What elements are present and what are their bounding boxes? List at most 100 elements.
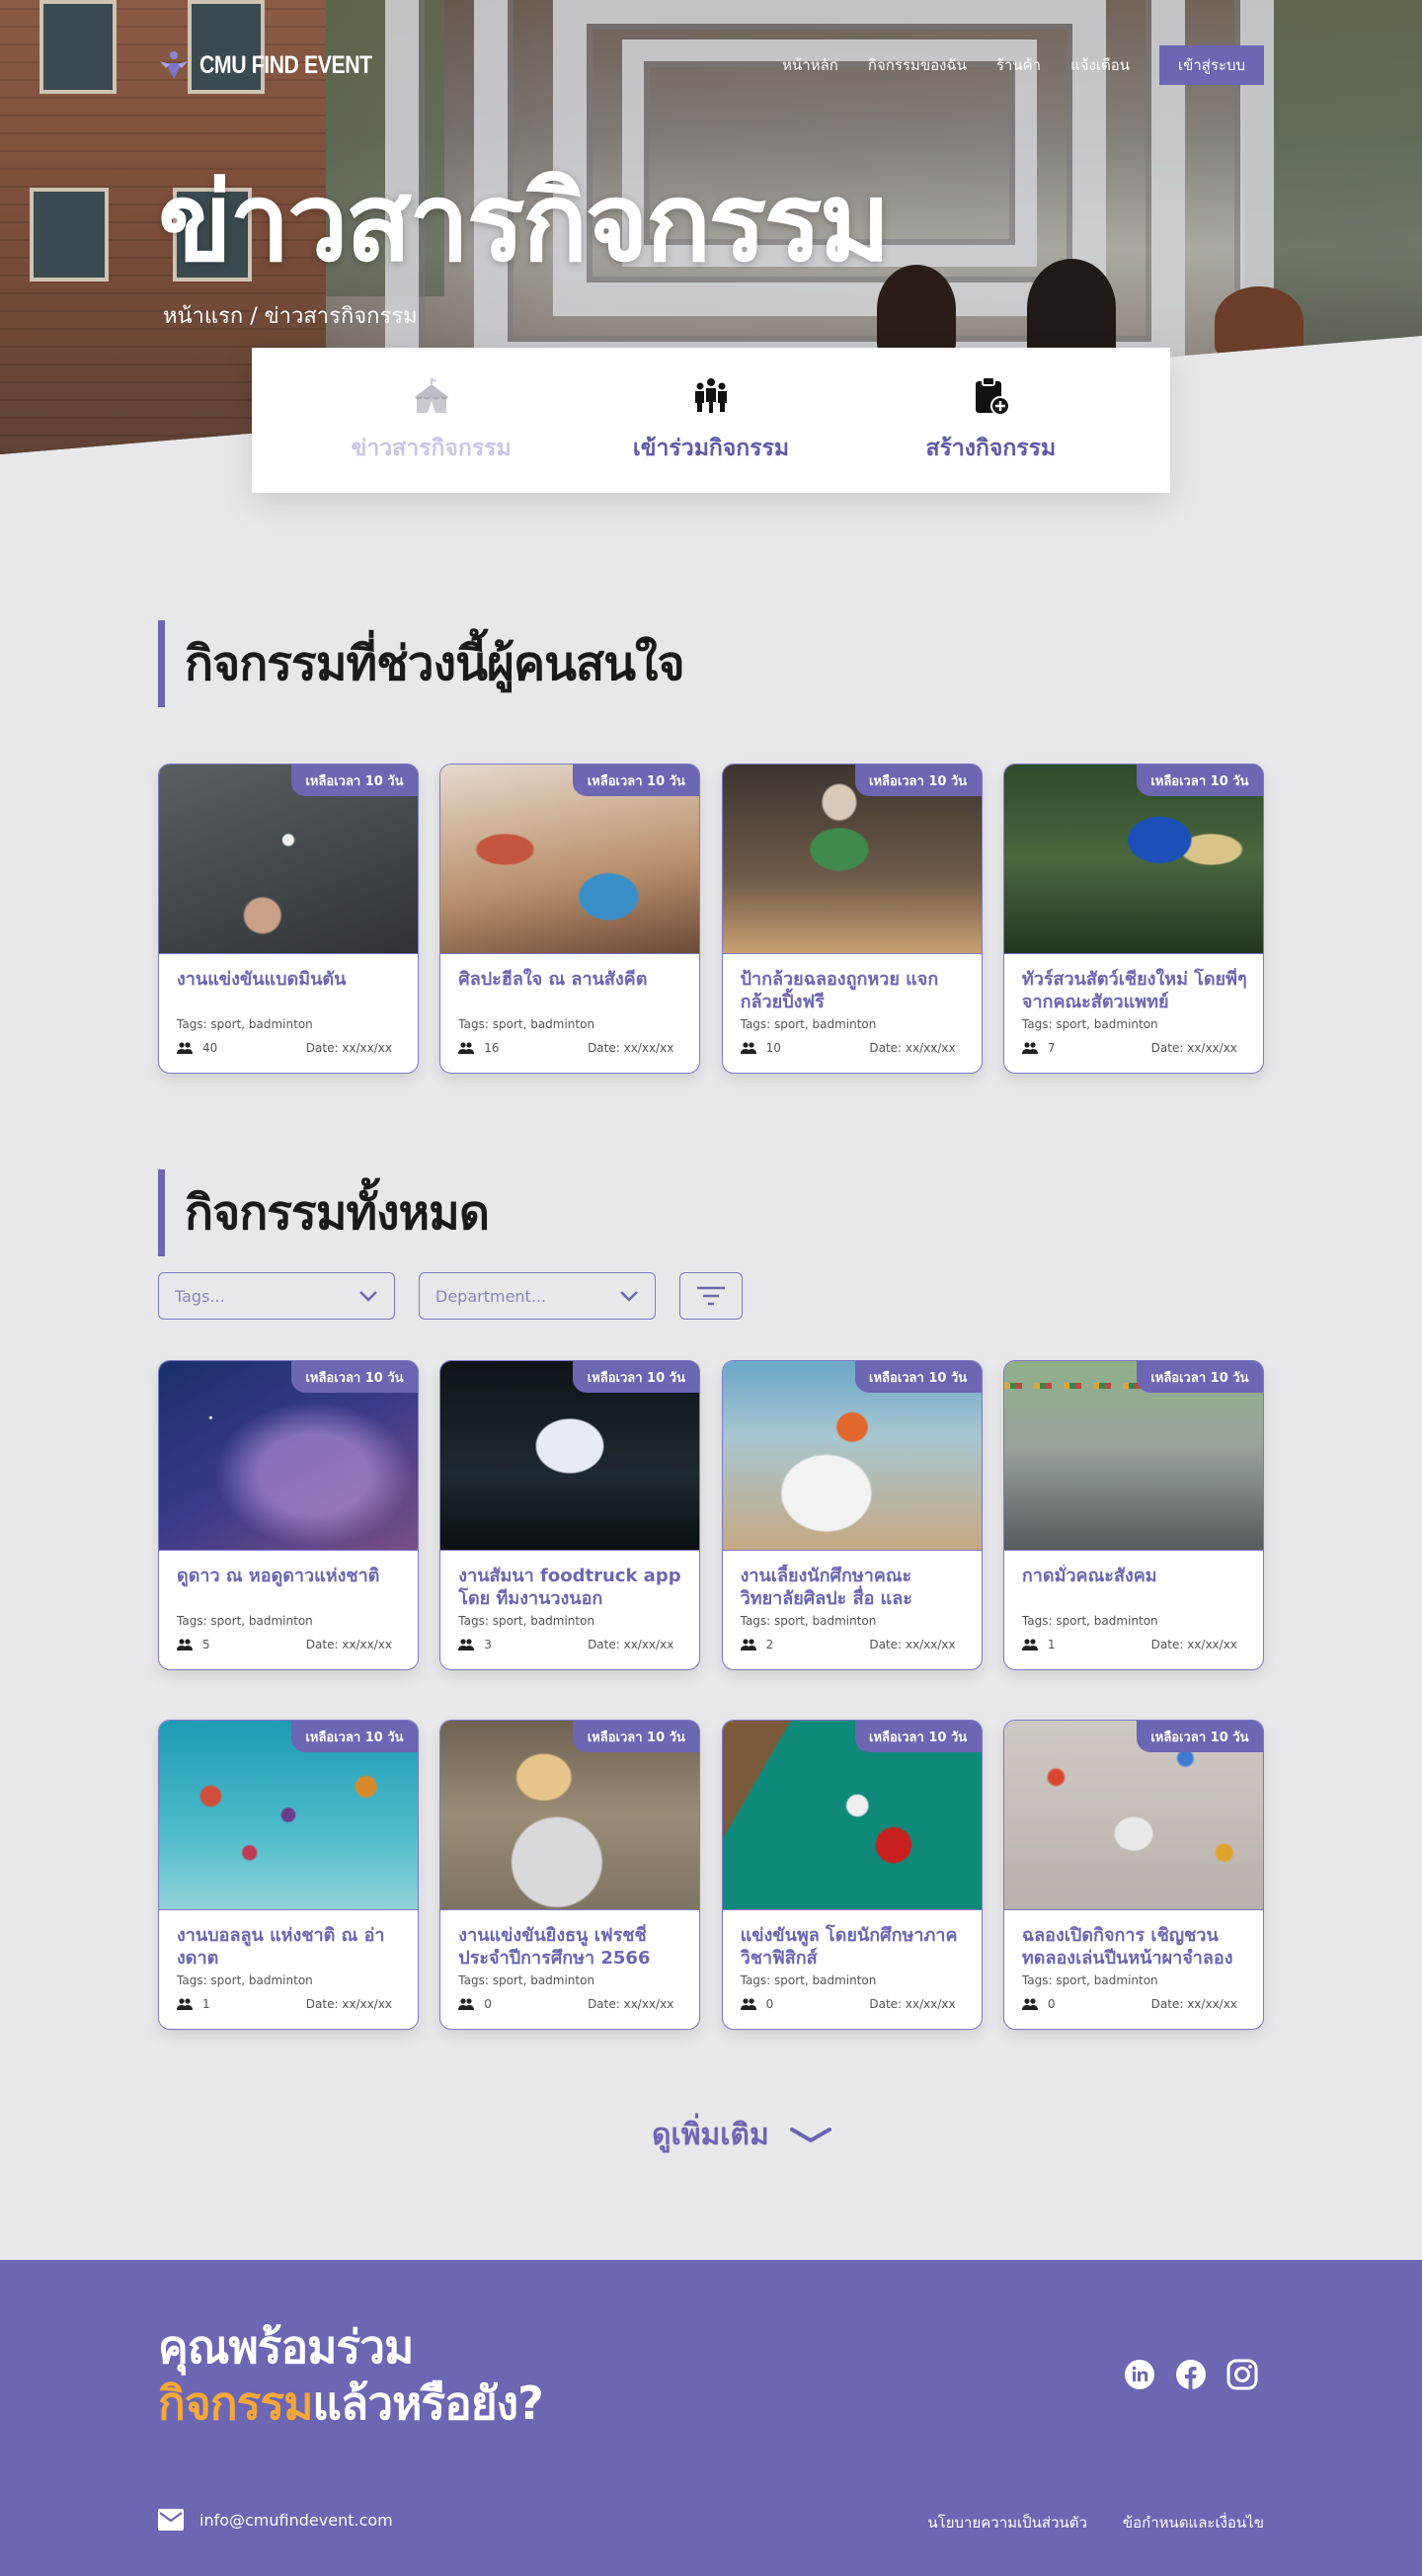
event-card[interactable]: เหลือเวลา 10 วัน งานบอลลูน แห่งชาติ ณ อ่… (158, 1720, 419, 2030)
event-title[interactable]: ศิลปะฮีลใจ ณ ลานสังคีต (458, 968, 683, 991)
hero-photo-window (30, 188, 109, 282)
people-icon (1021, 1639, 1038, 1650)
privacy-policy-link[interactable]: นโยบายความเป็นส่วนตัว (927, 2511, 1087, 2535)
participant-count-value: 0 (1047, 1997, 1056, 2011)
event-date: Date: xx/xx/xx (305, 1997, 392, 2011)
clipboard-add-icon (976, 375, 1011, 416)
tab-join[interactable]: เข้าร่วมกิจกรรม (602, 375, 820, 466)
event-title[interactable]: ทัวร์สวนสัตว์เชียงใหม่ โดยพี่ๆจากคณะสัตว… (1022, 968, 1247, 1013)
nav-item-my-activities[interactable]: กิจกรรมของฉัน (868, 53, 967, 77)
event-title[interactable]: งานสัมนา foodtruck app โดย ทีมงานวงนอก (458, 1565, 683, 1610)
footer-email-text: info@cmufindevent.com (199, 2510, 393, 2530)
participant-count-value: 2 (765, 1638, 774, 1651)
event-date: Date: xx/xx/xx (588, 1997, 674, 2011)
chevron-down-icon (789, 2127, 831, 2142)
participant-count: 40 (177, 1041, 217, 1055)
popular-grid: เหลือเวลา 10 วัน งานแข่งขันแบดมินตัน Tag… (158, 764, 1264, 1074)
event-title[interactable]: งานแข่งขันยิงธนู เฟรชชี่ ประจำปีการศึกษา… (458, 1924, 683, 1970)
tags-select[interactable]: Tags... (158, 1272, 395, 1320)
event-title[interactable]: กาดมั่วคณะสังคม (1022, 1565, 1247, 1587)
event-card[interactable]: เหลือเวลา 10 วัน ป้ากล้วยฉลองถูกหวย แจกก… (721, 764, 983, 1074)
event-card[interactable]: เหลือเวลา 10 วัน แข่งขันพูล โดยนักศึกษาภ… (721, 1720, 983, 2030)
event-title[interactable]: งานบอลลูน แห่งชาติ ณ อ่างดาต (177, 1924, 402, 1970)
event-card[interactable]: เหลือเวลา 10 วัน งานเลี้ยงนักศึกษาคณะวิท… (721, 1360, 983, 1670)
instagram-icon[interactable] (1226, 2359, 1258, 2390)
event-title[interactable]: งานแข่งขันแบดมินตัน (177, 968, 402, 991)
hero-photo-window (40, 0, 117, 94)
people-icon (1021, 1042, 1038, 1054)
linkedin-icon[interactable] (1124, 2359, 1155, 2390)
see-more-label: ดูเพิ่มเติม (652, 2118, 769, 2152)
time-left-badge: เหลือเวลา 10 วัน (573, 1361, 700, 1393)
event-title[interactable]: งานเลี้ยงนักศึกษาคณะวิทยาลัยศิลปะ สื่อ แ… (741, 1565, 966, 1610)
footer-cta-highlight: กิจกรรม (158, 2376, 313, 2430)
people-icon (740, 1639, 756, 1650)
nav-item-notifications[interactable]: แจ้งเตือน (1070, 53, 1130, 77)
participant-count-value: 3 (484, 1638, 492, 1651)
event-card[interactable]: เหลือเวลา 10 วัน งานแข่งขันยิงธนู เฟรชชี… (439, 1720, 701, 2030)
event-card[interactable]: เหลือเวลา 10 วัน ทัวร์สวนสัตว์เชียงใหม่ … (1002, 764, 1264, 1074)
all-events-grid-row-2: เหลือเวลา 10 วัน งานบอลลูน แห่งชาติ ณ อ่… (158, 1720, 1264, 2030)
people-icon (177, 1998, 193, 2010)
event-card[interactable]: เหลือเวลา 10 วัน งานแข่งขันแบดมินตัน Tag… (158, 764, 419, 1074)
login-button[interactable]: เข้าสู่ระบบ (1159, 45, 1264, 85)
footer-email[interactable]: info@cmufindevent.com (158, 2509, 393, 2531)
footer-cta: คุณพร้อมร่วม กิจกรรมแล้วหรือยัง? (158, 2319, 544, 2432)
logo[interactable]: CMU FIND EVENT (158, 49, 403, 81)
event-card[interactable]: เหลือเวลา 10 วัน กาดมั่วคณะสังคม Tags: s… (1002, 1360, 1264, 1670)
mail-icon (158, 2509, 184, 2531)
hero-photo-person (1027, 259, 1116, 358)
chevron-down-icon (359, 1291, 377, 1302)
event-title[interactable]: แข่งขันพูล โดยนักศึกษาภาควิชาฟิสิกส์ (741, 1924, 966, 1970)
event-tags: Tags: sport, badminton (1021, 1973, 1158, 1987)
footer-cta-rest: แล้วหรือยัง? (312, 2376, 543, 2430)
participant-count: 3 (458, 1638, 492, 1651)
tab-create[interactable]: สร้างกิจกรรม (882, 375, 1099, 466)
participant-count: 10 (740, 1041, 781, 1055)
nav-item-home[interactable]: หน้าหลัก (782, 53, 838, 77)
event-card[interactable]: เหลือเวลา 10 วัน งานสัมนา foodtruck app … (439, 1360, 701, 1670)
hero-photo-person (1215, 286, 1304, 356)
event-tags: Tags: sport, badminton (177, 1614, 313, 1628)
tab-join-label: เข้าร่วมกิจกรรม (632, 435, 790, 461)
people-icon (740, 1998, 756, 2010)
hero-photo-person (877, 265, 956, 354)
participant-count-value: 1 (1047, 1638, 1056, 1651)
participant-count: 7 (1021, 1041, 1056, 1055)
event-card[interactable]: เหลือเวลา 10 วัน ฉลองเปิดกิจการ เชิญชวนท… (1002, 1720, 1264, 2030)
event-card[interactable]: เหลือเวลา 10 วัน ดูดาว ณ หอดูดาวแห่งชาติ… (158, 1360, 419, 1670)
event-title[interactable]: ฉลองเปิดกิจการ เชิญชวนทดลองเล่นปีนหน้าผา… (1022, 1924, 1247, 1970)
breadcrumb[interactable]: หน้าแรก / ข่าวสารกิจกรรม (163, 298, 418, 333)
hero-tabs: ข่าวสารกิจกรรม เข้าร่วมกิจกรรม สร้างกิจก… (252, 348, 1170, 493)
participant-count-value: 1 (202, 1997, 210, 2011)
department-select[interactable]: Department... (419, 1272, 656, 1320)
time-left-badge: เหลือเวลา 10 วัน (1136, 1361, 1263, 1393)
event-title[interactable]: ป้ากล้วยฉลองถูกหวย แจกกล้วยปิ้งฟรี (741, 968, 966, 1013)
participant-count: 0 (740, 1997, 773, 2011)
participant-count: 5 (177, 1638, 210, 1651)
event-tags: Tags: sport, badminton (1021, 1017, 1158, 1031)
terms-link[interactable]: ข้อกำหนดและเงื่อนไข (1123, 2511, 1264, 2535)
time-left-badge: เหลือเวลา 10 วัน (291, 1361, 418, 1393)
facebook-icon[interactable] (1175, 2359, 1207, 2390)
event-card[interactable]: เหลือเวลา 10 วัน ศิลปะฮีลใจ ณ ลานสังคีต … (439, 764, 701, 1074)
event-title[interactable]: ดูดาว ณ หอดูดาวแห่งชาติ (177, 1565, 402, 1587)
participant-count: 0 (1021, 1997, 1056, 2011)
participant-count-value: 5 (202, 1638, 210, 1651)
nav-item-shop[interactable]: ร้านค้า (996, 53, 1041, 77)
event-date: Date: xx/xx/xx (305, 1041, 392, 1055)
people-icon (458, 1639, 475, 1650)
all-events-section-title: กิจกรรมทั้งหมด (158, 1169, 490, 1256)
tab-news[interactable]: ข่าวสารกิจกรรม (323, 375, 540, 466)
see-more-button[interactable]: ดูเพิ่มเติม (652, 2112, 832, 2158)
footer-cta-line-2: กิจกรรมแล้วหรือยัง? (158, 2375, 544, 2432)
popular-section-title: กิจกรรมที่ช่วงนี้ผู้คนสนใจ (158, 620, 685, 707)
time-left-badge: เหลือเวลา 10 วัน (573, 765, 700, 796)
event-tags: Tags: sport, badminton (458, 1973, 595, 1987)
filter-button[interactable] (679, 1272, 743, 1320)
event-tags: Tags: sport, badminton (740, 1614, 877, 1628)
time-left-badge: เหลือเวลา 10 วัน (854, 1361, 982, 1393)
page-title: ข่าวสารกิจกรรม (158, 159, 891, 285)
event-date: Date: xx/xx/xx (869, 1997, 956, 2011)
participant-count-value: 0 (484, 1997, 492, 2011)
